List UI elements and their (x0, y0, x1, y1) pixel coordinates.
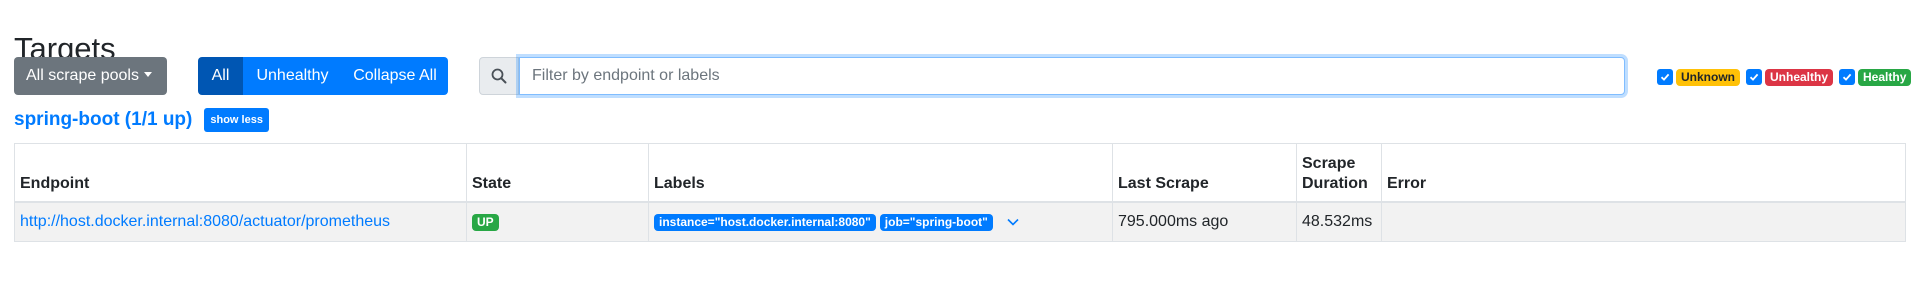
unknown-checkbox[interactable] (1657, 69, 1673, 85)
column-header-endpoint: Endpoint (14, 143, 467, 203)
filter-unhealthy-button[interactable]: Unhealthy (243, 57, 342, 95)
pool-title-link[interactable]: spring-boot (1/1 up) (14, 106, 192, 134)
column-header-error: Error (1381, 143, 1906, 203)
unhealthy-checkbox[interactable] (1746, 69, 1762, 85)
filter-all-button[interactable]: All (198, 57, 243, 95)
scrape-pools-dropdown[interactable]: All scrape pools (14, 57, 167, 95)
label-badge-instance: instance="host.docker.internal:8080" (654, 213, 876, 231)
table-row: http://host.docker.internal:8080/actuato… (14, 201, 1906, 242)
target-filter-group: All Unhealthy Collapse All (198, 57, 448, 95)
pool-header: spring-boot (1/1 up) show less (14, 106, 269, 134)
column-header-last-scrape: Last Scrape (1112, 143, 1297, 203)
scrape-duration-cell: 48.532ms (1296, 201, 1382, 242)
health-filters: Unknown Unhealthy Healthy (1657, 68, 1912, 86)
label-badge-job: job="spring-boot" (879, 213, 993, 231)
error-cell (1381, 201, 1906, 242)
endpoint-cell: http://host.docker.internal:8080/actuato… (14, 201, 467, 242)
check-icon (1749, 73, 1759, 81)
collapse-all-button[interactable]: Collapse All (342, 57, 448, 95)
state-cell: UP (466, 201, 649, 242)
targets-table: Endpoint State Labels Last Scrape Scrape… (14, 143, 1906, 242)
labels-cell: instance="host.docker.internal:8080" job=… (648, 201, 1113, 242)
unhealthy-badge: Unhealthy (1765, 68, 1834, 86)
unknown-badge: Unknown (1676, 68, 1740, 86)
healthy-badge: Healthy (1858, 68, 1912, 86)
search-addon (479, 57, 519, 95)
state-badge: UP (472, 213, 499, 231)
check-icon (1842, 73, 1852, 81)
column-header-scrape-duration: Scrape Duration (1296, 143, 1382, 203)
last-scrape-cell: 795.000ms ago (1112, 201, 1297, 242)
endpoint-link[interactable]: http://host.docker.internal:8080/actuato… (20, 213, 390, 230)
show-less-button[interactable]: show less (204, 108, 269, 132)
chevron-down-icon[interactable] (1007, 212, 1019, 232)
check-icon (1660, 73, 1670, 81)
search-icon (491, 68, 507, 84)
caret-down-icon (143, 72, 152, 77)
column-header-labels: Labels (648, 143, 1113, 203)
healthy-checkbox[interactable] (1839, 69, 1856, 85)
toolbar: All scrape pools All Unhealthy Collapse … (14, 57, 1914, 95)
table-header-row: Endpoint State Labels Last Scrape Scrape… (14, 143, 1906, 203)
scrape-pools-label: All scrape pools (26, 67, 139, 84)
column-header-state: State (466, 143, 649, 203)
search-input[interactable] (519, 57, 1625, 95)
